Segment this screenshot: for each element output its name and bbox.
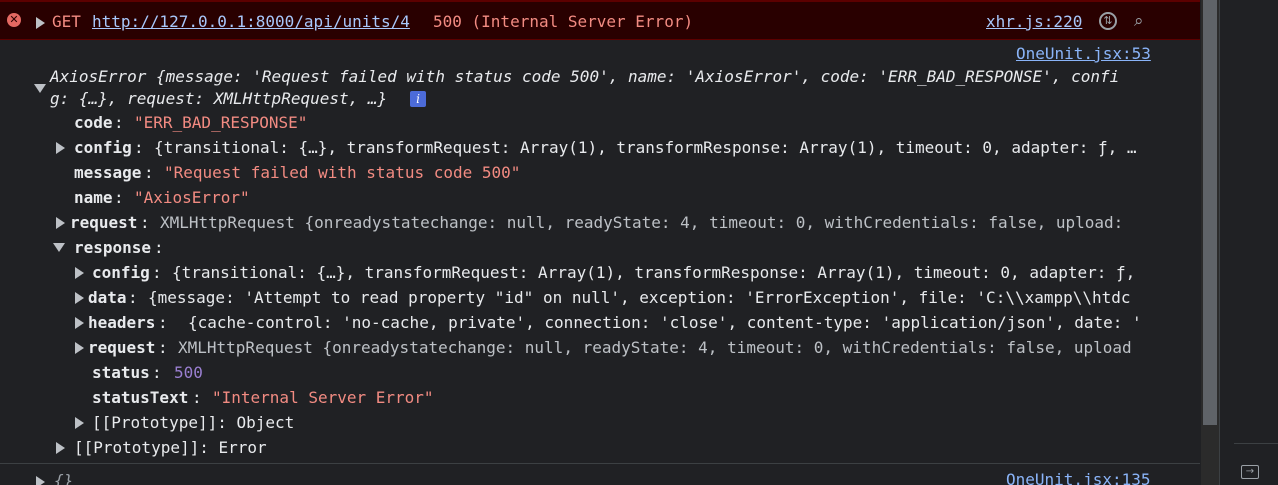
prop-colon: : [152, 263, 162, 282]
collapse-arrow-icon[interactable] [34, 84, 46, 93]
prop-colon: : [192, 388, 202, 407]
prop-colon: : [140, 213, 150, 232]
expand-arrow-icon[interactable] [75, 292, 84, 304]
prop-key-message: message [74, 163, 142, 182]
prop-value-name: "AxiosError" [134, 188, 250, 207]
prop-value-response-config: {transitional: {…}, transformRequest: Ar… [172, 263, 1136, 282]
prop-key-data[interactable]: data [88, 288, 127, 308]
source-link[interactable]: OneUnit.jsx:135 [1006, 470, 1151, 485]
expand-arrow-icon[interactable] [56, 442, 65, 454]
prop-key-code: code [74, 113, 113, 132]
expand-arrow-icon[interactable] [56, 217, 65, 229]
prop-key-statustext: statusText [92, 388, 189, 407]
prop-key-response-request[interactable]: request [88, 338, 155, 358]
network-panel-icon[interactable]: ⇅ [1099, 12, 1117, 30]
prop-key-response[interactable]: response [74, 238, 151, 258]
prototype-object[interactable]: [[Prototype]]: Object [92, 413, 294, 433]
prop-colon: : [134, 138, 144, 157]
prop-colon: : [114, 113, 124, 132]
expand-arrow-icon[interactable] [75, 317, 84, 329]
prop-value-request: XMLHttpRequest {onreadystatechange: null… [160, 213, 1124, 232]
prop-key-name: name [74, 188, 113, 207]
search-icon[interactable]: ⌕ [1134, 11, 1144, 31]
prop-value-message: "Request failed with status code 500" [164, 163, 521, 182]
prop-value-data: {message: 'Attempt to read property "id"… [148, 288, 1131, 307]
info-icon[interactable]: i [410, 91, 426, 107]
dock-side-icon[interactable]: → [1241, 465, 1259, 479]
prop-key-response-config[interactable]: config [92, 263, 150, 283]
expand-arrow-icon[interactable] [75, 417, 84, 429]
prop-colon: : [158, 313, 168, 332]
prop-value-headers: {cache-control: 'no-cache, private', con… [188, 313, 1142, 332]
prop-colon: : [128, 288, 138, 307]
axios-error-summary[interactable]: AxiosError {message: 'Request failed wit… [50, 67, 1119, 87]
axios-error-summary-cont[interactable]: g: {…}, request: XMLHttpRequest, …} [50, 89, 387, 109]
network-error-row: ✕ GET http://127.0.0.1:8000/api/units/4 … [0, 0, 1200, 40]
panel-divider [1234, 443, 1278, 444]
prop-colon: : [114, 188, 124, 207]
prop-value-statustext: "Internal Server Error" [212, 388, 434, 407]
expand-arrow-icon[interactable] [75, 267, 84, 279]
prop-colon: : [152, 363, 162, 382]
prop-value-code: "ERR_BAD_RESPONSE" [134, 113, 308, 132]
request-status: 500 (Internal Server Error) [433, 12, 694, 31]
request-url[interactable]: http://127.0.0.1:8000/api/units/4 [92, 12, 410, 32]
prop-key-config[interactable]: config [74, 138, 132, 158]
prop-value-config: {transitional: {…}, transformRequest: Ar… [154, 138, 1137, 157]
expand-arrow-icon[interactable] [75, 342, 84, 354]
prop-key-request[interactable]: request [70, 213, 137, 233]
prop-value-status: 500 [174, 363, 203, 382]
row-divider [0, 463, 1200, 464]
collapse-arrow-icon[interactable] [53, 243, 65, 252]
prop-colon: : [154, 238, 164, 257]
prop-colon: : [158, 338, 168, 357]
error-icon: ✕ [7, 13, 21, 27]
request-method: GET [52, 12, 81, 31]
next-log-entry[interactable]: {} [54, 471, 73, 485]
side-panel: → [1219, 0, 1278, 485]
prop-key-headers[interactable]: headers [88, 313, 155, 333]
scrollbar-thumb[interactable] [1203, 0, 1217, 425]
expand-arrow-icon[interactable] [36, 476, 45, 485]
console-panel: ✕ GET http://127.0.0.1:8000/api/units/4 … [0, 0, 1200, 485]
expand-arrow-icon[interactable] [56, 142, 65, 154]
source-link[interactable]: OneUnit.jsx:53 [1016, 44, 1151, 64]
prop-value-response-request: XMLHttpRequest {onreadystatechange: null… [178, 338, 1132, 357]
prototype-error[interactable]: [[Prototype]]: Error [74, 438, 267, 458]
prop-colon: : [144, 163, 154, 182]
expand-arrow-icon[interactable] [36, 17, 45, 29]
prop-key-status: status [92, 363, 150, 382]
xhr-source-link[interactable]: xhr.js:220 [986, 12, 1082, 32]
